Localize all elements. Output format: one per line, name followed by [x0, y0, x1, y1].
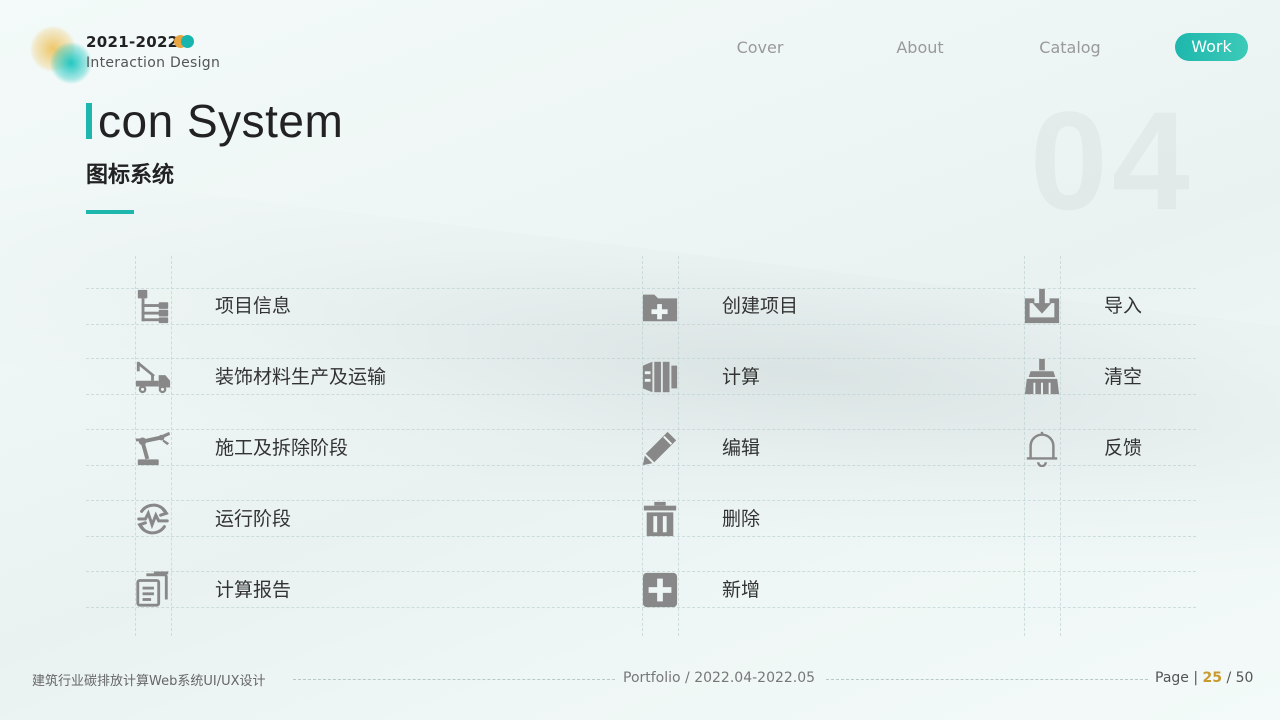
page-current: 25 [1202, 670, 1223, 686]
nav-catalog[interactable]: Catalog [1030, 36, 1110, 60]
icon-label: 运行阶段 [215, 508, 292, 530]
cycle-pulse-icon [134, 500, 172, 538]
icon-label: 创建项目 [722, 295, 799, 317]
calculate-icon [641, 358, 679, 396]
import-icon [1023, 287, 1061, 325]
section-number-watermark: 04 [1030, 80, 1194, 242]
page-indicator: Page | 25 / 50 [1155, 670, 1253, 686]
documents-icon [134, 571, 172, 609]
brand-logo-blob [28, 24, 92, 84]
footer-divider [293, 679, 615, 680]
page-label: Page [1155, 670, 1189, 686]
icon-label: 新增 [722, 579, 761, 601]
folder-add-icon [641, 287, 679, 325]
nav-about[interactable]: About [880, 36, 960, 60]
footer-divider [826, 679, 1148, 680]
icon-label: 计算报告 [215, 579, 292, 601]
icon-label: 删除 [722, 508, 761, 530]
icon-label: 计算 [722, 366, 761, 388]
icon-label: 反馈 [1104, 437, 1143, 459]
pencil-icon [641, 429, 679, 467]
icon-label: 导入 [1104, 295, 1143, 317]
trash-icon [641, 500, 679, 538]
page-total: / 50 [1226, 670, 1254, 686]
accent-underline [86, 210, 134, 214]
hierarchy-icon [134, 287, 172, 325]
title-accent-bar [86, 103, 92, 139]
page-title: con System [86, 94, 343, 148]
brand-dots-icon [174, 35, 196, 49]
bell-icon [1023, 429, 1061, 467]
icon-label: 施工及拆除阶段 [215, 437, 349, 459]
crane-truck-icon [134, 358, 172, 396]
icon-label: 项目信息 [215, 295, 292, 317]
brand-year: 2021-2022 [86, 33, 179, 51]
nav-work-active[interactable]: Work [1175, 33, 1248, 61]
footer-project-title: 建筑行业碳排放计算Web系统UI/UX设计 [32, 674, 266, 689]
page-subtitle: 图标系统 [86, 163, 175, 188]
nav-cover[interactable]: Cover [720, 36, 800, 60]
footer-portfolio-date: Portfolio / 2022.04-2022.05 [623, 670, 816, 686]
icon-label: 编辑 [722, 437, 761, 459]
icon-label: 装饰材料生产及运输 [215, 366, 387, 388]
broom-icon [1023, 358, 1061, 396]
robot-arm-icon [134, 429, 172, 467]
plus-square-icon [641, 571, 679, 609]
brand-subtitle: Interaction Design [86, 55, 221, 71]
page-separator: | [1193, 670, 1199, 686]
page-title-rest: con System [98, 95, 344, 147]
icon-label: 清空 [1104, 366, 1143, 388]
